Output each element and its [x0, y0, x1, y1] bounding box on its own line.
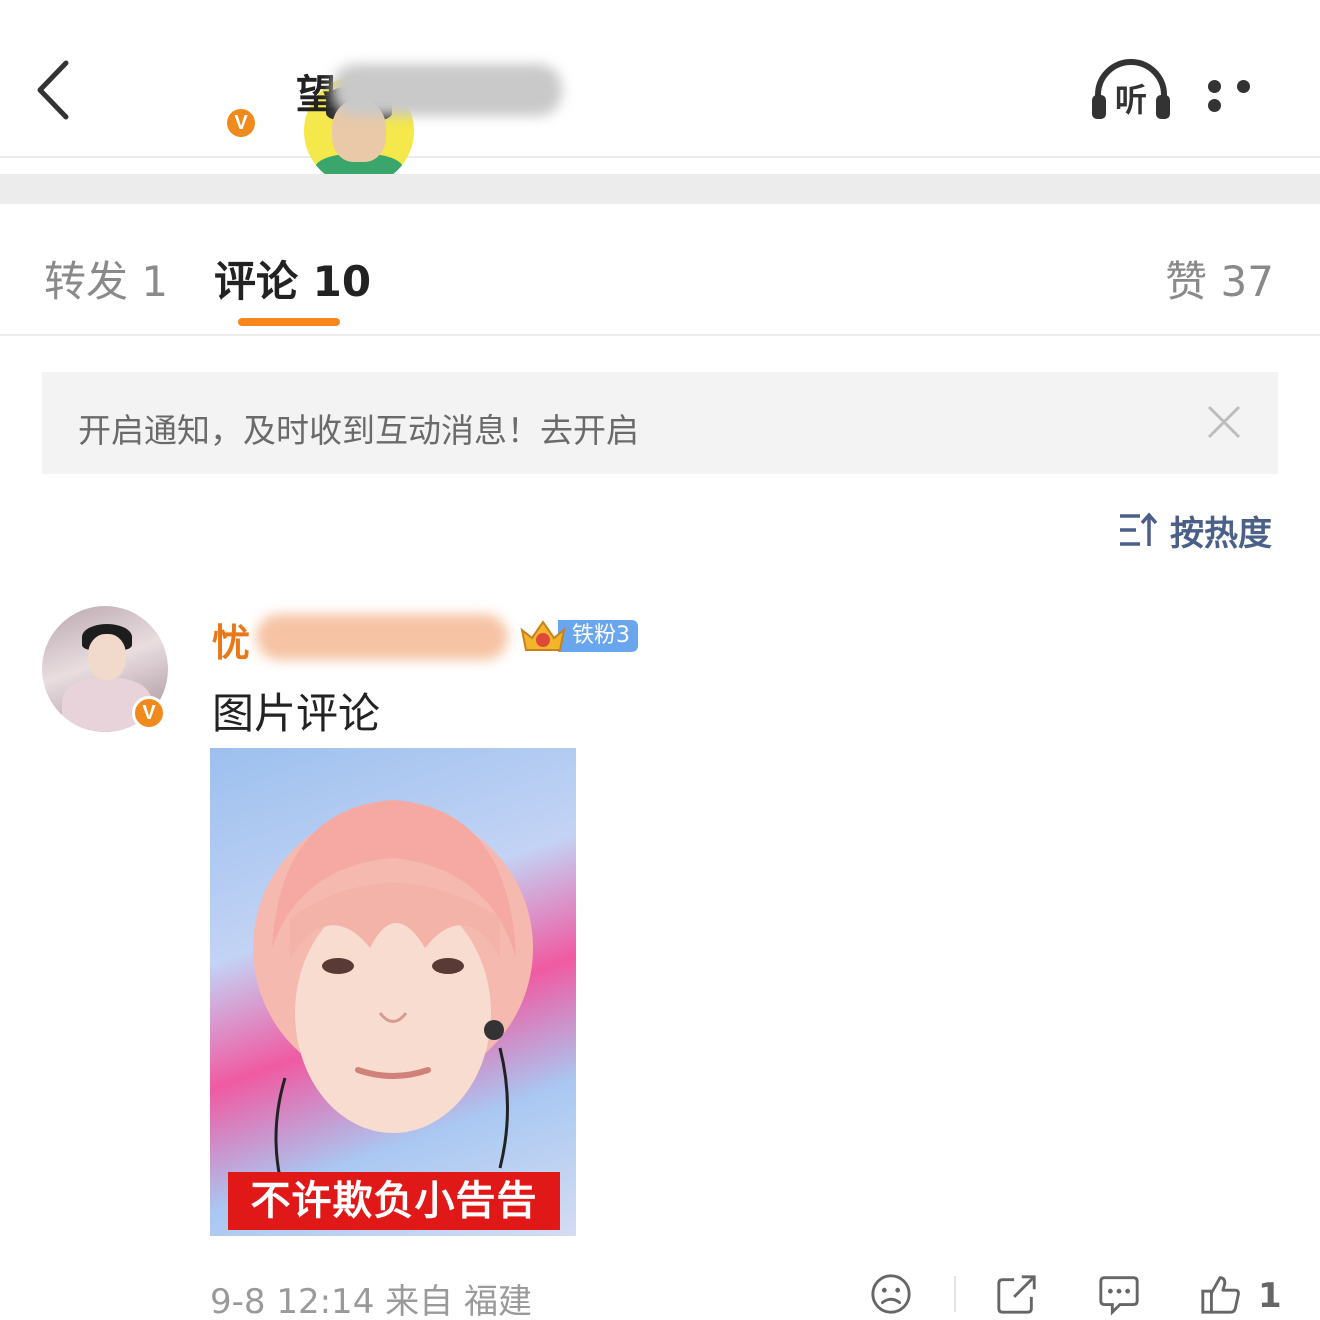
comment-location: 福建: [463, 1282, 532, 1320]
tab-comment-count: 10: [312, 257, 372, 306]
comment-source-prefix: 来自: [385, 1282, 454, 1320]
tab-comment[interactable]: 评论 10: [214, 248, 371, 309]
tab-repost-label: 转发: [44, 257, 129, 306]
notification-banner[interactable]: 开启通知，及时收到互动消息！去开启: [42, 372, 1278, 474]
sad-face-icon[interactable]: [868, 1272, 914, 1316]
verified-badge-icon: V: [132, 696, 166, 730]
headphones-icon[interactable]: 听: [1088, 55, 1174, 125]
section-separator: [0, 174, 1320, 204]
comment-text: 图片评论: [212, 689, 381, 738]
comment-icon[interactable]: [1096, 1272, 1142, 1316]
comment-image[interactable]: 不许欺负小告告: [210, 748, 576, 1236]
commenter-avatar[interactable]: V: [42, 606, 176, 740]
commenter-name[interactable]: 忧: [212, 612, 250, 667]
close-icon[interactable]: [1206, 404, 1242, 440]
image-caption: 不许欺负小告告: [228, 1172, 560, 1230]
tab-repost-count: 1: [141, 257, 169, 306]
sort-icon: [1120, 512, 1158, 546]
tab-bar: 转发 1 评论 10 赞 37: [0, 204, 1320, 336]
chevron-left-icon[interactable]: [30, 55, 80, 125]
verified-badge-icon: V: [224, 106, 258, 140]
comment-time: 9-8 12:14: [210, 1282, 375, 1320]
top-nav-bar: V 望 听: [0, 0, 1320, 186]
tab-comment-label: 评论: [214, 257, 299, 306]
tab-repost[interactable]: 转发 1: [44, 248, 168, 309]
fan-level-label: 铁粉3: [558, 620, 638, 652]
comment-like-count: 1: [1258, 1276, 1282, 1316]
author-name[interactable]: 望: [296, 62, 336, 120]
tab-like-label: 赞: [1165, 257, 1208, 306]
crown-icon: [520, 620, 566, 651]
commenter-name-redacted: [256, 614, 508, 660]
author-name-redacted: [332, 64, 562, 116]
tab-like-count: 37: [1220, 257, 1274, 306]
comment-meta: 9-8 12:14 来自 福建: [210, 1274, 532, 1320]
active-tab-indicator: [238, 318, 340, 326]
sort-label: 按热度: [1170, 514, 1272, 554]
share-icon[interactable]: [994, 1272, 1040, 1316]
comment-image-art: [253, 800, 533, 1179]
thumbs-up-icon[interactable]: [1198, 1272, 1244, 1316]
action-divider: [954, 1276, 956, 1312]
author-avatar[interactable]: V: [152, 38, 414, 186]
commenter-name-visible: 忧: [212, 621, 251, 665]
author-name-visible: 望: [296, 72, 336, 118]
notification-banner-text[interactable]: 开启通知，及时收到互动消息！去开启: [78, 404, 639, 452]
more-dots-icon[interactable]: [1208, 78, 1280, 112]
listen-label: 听: [1115, 81, 1147, 119]
tab-like[interactable]: 赞 37: [1165, 248, 1274, 309]
